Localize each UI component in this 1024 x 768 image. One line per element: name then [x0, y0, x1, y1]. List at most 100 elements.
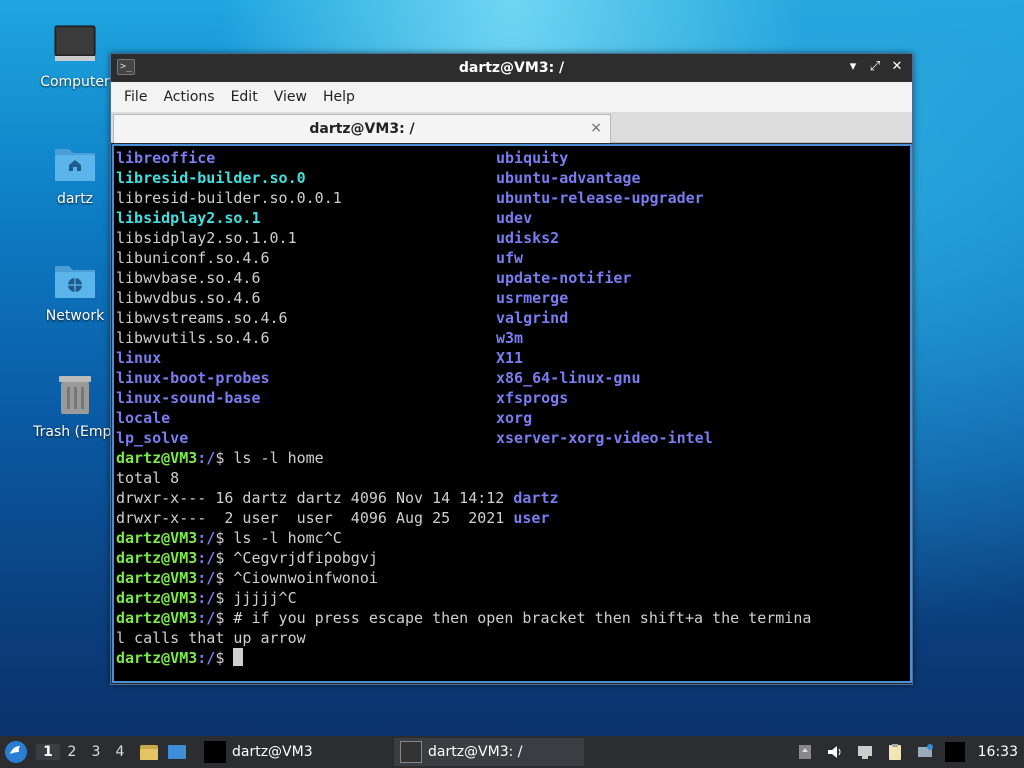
- window-titlebar[interactable]: >_ dartz@VM3: / ▾ ⤢ ✕: [111, 54, 912, 82]
- workspace-4[interactable]: 4: [108, 744, 132, 760]
- terminal-window: >_ dartz@VM3: / ▾ ⤢ ✕ File Actions Edit …: [110, 53, 913, 685]
- listing-entry-right: X11: [496, 349, 524, 367]
- terminal-line: l calls that up arrow: [116, 629, 306, 647]
- listing-entry-right: w3m: [496, 329, 524, 347]
- start-menu-icon[interactable]: [4, 740, 28, 764]
- terminal-line: drwxr-x--- 16 dartz dartz 4096 Nov 14 14…: [116, 489, 559, 507]
- tab-close-icon[interactable]: ×: [590, 120, 602, 136]
- listing-entry-left: libresid-builder.so.0: [116, 169, 306, 187]
- updates-icon[interactable]: [795, 742, 815, 762]
- listing-entry-right: udev: [496, 209, 533, 227]
- tab-bar: dartz@VM3: / ×: [111, 112, 912, 143]
- volume-icon[interactable]: [825, 742, 845, 762]
- window-title: dartz@VM3: /: [458, 60, 565, 76]
- listing-line: libreoffice ubiquity: [116, 148, 910, 168]
- listing-entry-right: x86_64-linux-gnu: [496, 369, 641, 387]
- tray-terminal-icon[interactable]: [944, 742, 965, 762]
- listing-entry-right: update-notifier: [496, 269, 632, 287]
- terminal-output[interactable]: libreoffice ubiquity libresid-builder.so.0…: [112, 144, 912, 683]
- terminal-line: dartz@VM3:/$ ls -l homc^C: [116, 529, 342, 547]
- home-folder-icon: [55, 149, 95, 181]
- listing-entry-right: ufw: [496, 249, 524, 267]
- listing-line: libuniconf.so.4.6 ufw: [116, 248, 910, 268]
- menu-help[interactable]: Help: [315, 89, 363, 105]
- listing-entry-left: libwvutils.so.4.6: [116, 329, 270, 347]
- listing-entry-right: xserver-xorg-video-intel: [496, 429, 713, 447]
- listing-line: linux X11: [116, 348, 910, 368]
- task-terminal-1[interactable]: dartz@VM3: [198, 738, 388, 766]
- workspace-1[interactable]: 1: [36, 744, 60, 760]
- close-button[interactable]: ✕: [888, 58, 906, 76]
- task-terminal-2[interactable]: dartz@VM3: /: [394, 738, 584, 766]
- terminal-task-icon: [204, 741, 226, 763]
- terminal-line: dartz@VM3:/$ ^Ciownwoinfwonoi: [116, 569, 378, 587]
- task-label: dartz@VM3: [232, 744, 313, 760]
- workspace-2[interactable]: 2: [60, 744, 84, 760]
- menu-actions[interactable]: Actions: [155, 89, 222, 105]
- notification-icon[interactable]: [915, 742, 935, 762]
- listing-line: libsidplay2.so.1.0.1 udisks2: [116, 228, 910, 248]
- listing-entry-left: linux: [116, 349, 162, 367]
- listing-entry-left: linux-sound-base: [116, 389, 261, 407]
- workspace-3[interactable]: 3: [84, 744, 108, 760]
- listing-entry-right: ubuntu-advantage: [496, 169, 641, 187]
- monitor-icon: [54, 25, 96, 61]
- listing-line: locale xorg: [116, 408, 910, 428]
- listing-line: lp_solve xserver-xorg-video-intel: [116, 428, 910, 448]
- menu-edit[interactable]: Edit: [223, 89, 266, 105]
- terminal-line: dartz@VM3:/$ jjjjj^C: [116, 589, 297, 607]
- listing-entry-left: libwvdbus.so.4.6: [116, 289, 261, 307]
- listing-entry-left: locale: [116, 409, 171, 427]
- minimize-button[interactable]: ▾: [844, 58, 862, 76]
- listing-entry-left: lp_solve: [116, 429, 189, 447]
- clock[interactable]: 16:33: [978, 744, 1018, 760]
- listing-entry-left: libwvstreams.so.4.6: [116, 309, 288, 327]
- listing-entry-left: libresid-builder.so.0.0.1: [116, 189, 342, 207]
- tab-label: dartz@VM3: /: [309, 121, 415, 137]
- show-desktop-icon[interactable]: [166, 741, 188, 763]
- taskbar: 1 2 3 4 dartz@VM3 dartz@VM3: / 16:33: [0, 736, 1024, 768]
- listing-entry-left: libsidplay2.so.1.0.1: [116, 229, 297, 247]
- system-tray: 16:33: [790, 736, 1024, 768]
- listing-entry-right: ubuntu-release-upgrader: [496, 189, 704, 207]
- text-cursor: [233, 648, 244, 666]
- listing-line: libsidplay2.so.1 udev: [116, 208, 910, 228]
- menu-file[interactable]: File: [116, 89, 155, 105]
- network-tray-icon[interactable]: [855, 742, 875, 762]
- listing-entry-right: usrmerge: [496, 289, 569, 307]
- listing-entry-right: udisks2: [496, 229, 560, 247]
- terminal-app-icon: >_: [117, 59, 135, 75]
- listing-entry-right: xorg: [496, 409, 533, 427]
- listing-line: linux-sound-base xfsprogs: [116, 388, 910, 408]
- terminal-line: total 8: [116, 469, 180, 487]
- listing-entry-right: ubiquity: [496, 149, 569, 167]
- file-manager-icon[interactable]: [138, 741, 160, 763]
- listing-entry-right: valgrind: [496, 309, 569, 327]
- task-label: dartz@VM3: /: [428, 744, 523, 760]
- terminal-task-icon: [400, 741, 422, 763]
- terminal-prompt-line[interactable]: dartz@VM3:/$: [116, 648, 910, 668]
- trash-icon: [59, 376, 91, 414]
- listing-line: libwvbase.so.4.6 update-notifier: [116, 268, 910, 288]
- menu-bar: File Actions Edit View Help: [111, 82, 912, 112]
- menu-view[interactable]: View: [266, 89, 315, 105]
- clipboard-icon[interactable]: [885, 742, 905, 762]
- terminal-line: drwxr-x--- 2 user user 4096 Aug 25 2021 …: [116, 509, 550, 527]
- network-folder-icon: [55, 266, 95, 298]
- maximize-button[interactable]: ⤢: [866, 58, 884, 76]
- listing-entry-left: libwvbase.so.4.6: [116, 269, 261, 287]
- listing-line: libwvdbus.so.4.6 usrmerge: [116, 288, 910, 308]
- listing-line: libresid-builder.so.0 ubuntu-advantage: [116, 168, 910, 188]
- listing-entry-left: linux-boot-probes: [116, 369, 270, 387]
- listing-line: libresid-builder.so.0.0.1 ubuntu-release-…: [116, 188, 910, 208]
- listing-entry-left: libreoffice: [116, 149, 216, 167]
- listing-line: linux-boot-probes x86_64-linux-gnu: [116, 368, 910, 388]
- tab-terminal[interactable]: dartz@VM3: / ×: [113, 114, 611, 143]
- listing-entry-right: xfsprogs: [496, 389, 569, 407]
- listing-line: libwvutils.so.4.6 w3m: [116, 328, 910, 348]
- terminal-line: dartz@VM3:/$ ls -l home: [116, 449, 324, 467]
- listing-entry-left: libuniconf.so.4.6: [116, 249, 270, 267]
- listing-line: libwvstreams.so.4.6 valgrind: [116, 308, 910, 328]
- listing-entry-left: libsidplay2.so.1: [116, 209, 261, 227]
- terminal-line: dartz@VM3:/$ # if you press escape then …: [116, 609, 812, 627]
